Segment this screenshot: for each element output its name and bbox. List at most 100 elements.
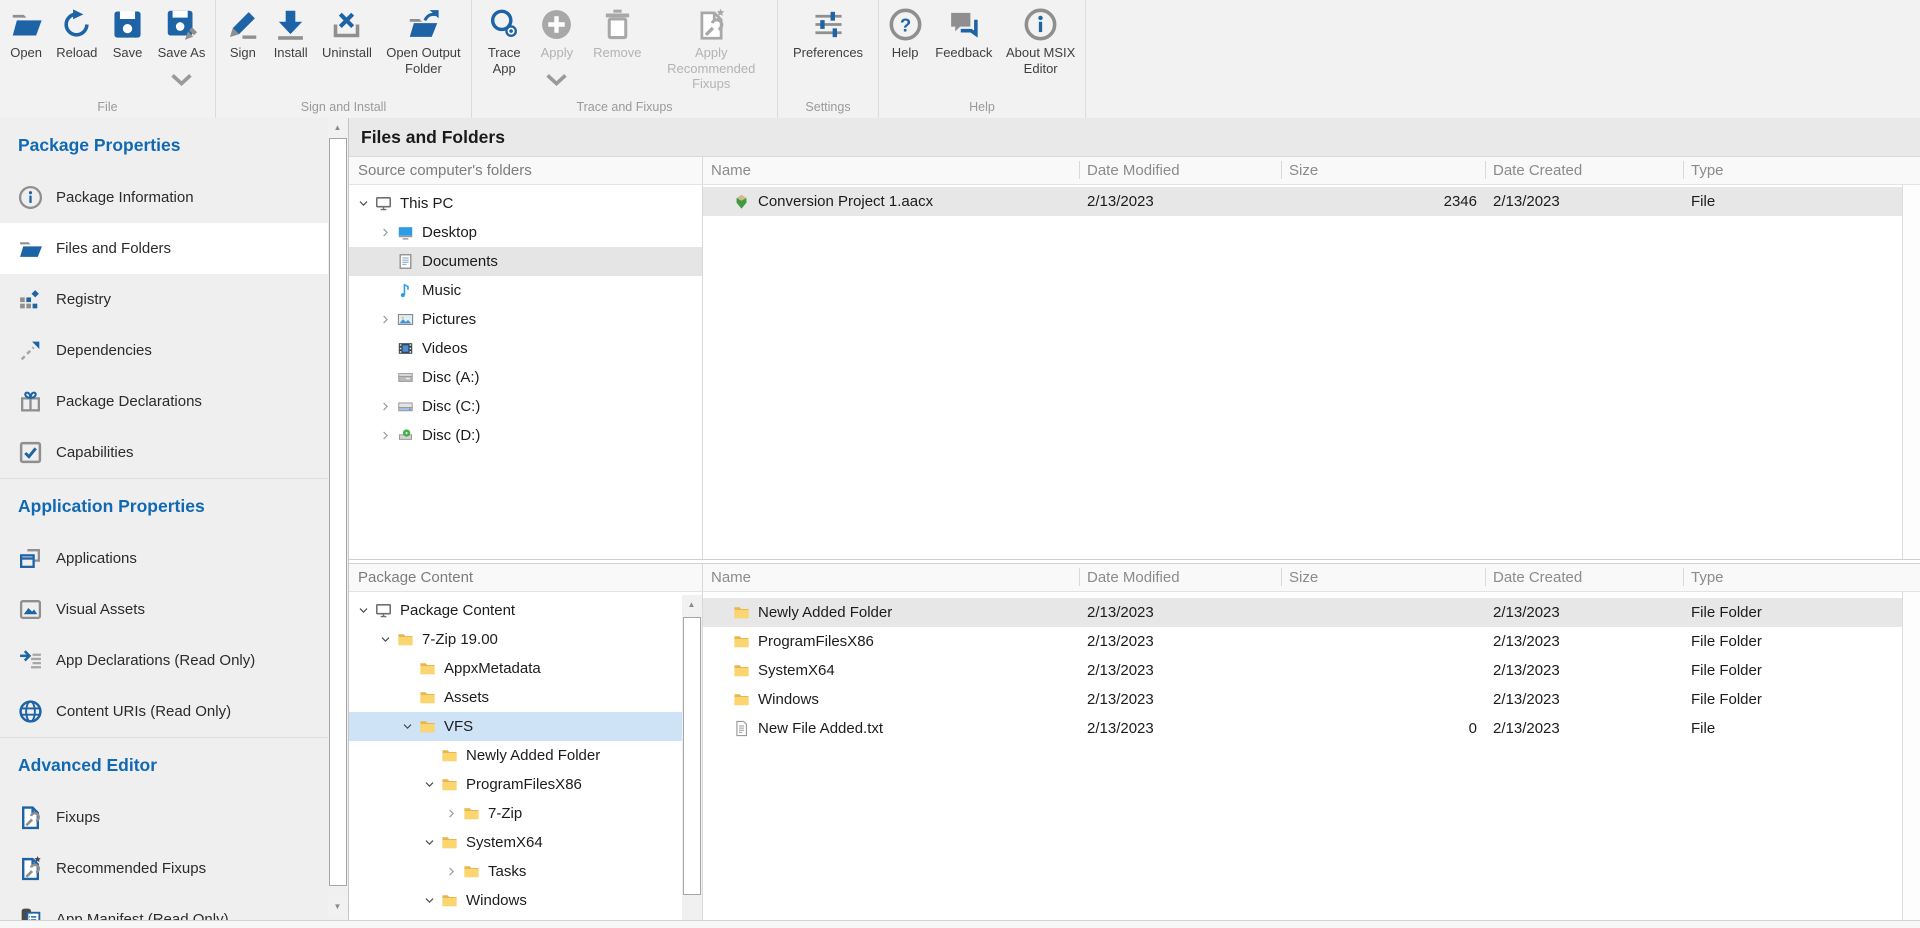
scroll-down-button[interactable]: ▼ (328, 897, 347, 916)
tree-item-7-zip-19-00[interactable]: 7-Zip 19.00 (349, 625, 702, 654)
trace-app-button[interactable]: TraceApp (484, 6, 525, 78)
sidebar-item-registry[interactable]: Registry (0, 274, 328, 325)
save-button[interactable]: Save (107, 6, 148, 63)
button-label: Help (892, 45, 919, 61)
chevron-down-icon[interactable] (355, 197, 372, 210)
tree-item-documents[interactable]: Documents (349, 247, 702, 276)
package-tree-scrollbar[interactable]: ▲ (682, 595, 702, 920)
scroll-up-button[interactable]: ▲ (328, 118, 347, 137)
sidebar-item-fixups[interactable]: Fixups (0, 792, 328, 843)
tree-item-this-pc[interactable]: This PC (349, 189, 702, 218)
file-row-new-file-added-txt[interactable]: New File Added.txt2/13/202302/13/2023Fil… (703, 714, 1903, 743)
reload-button[interactable]: Reload (52, 6, 101, 63)
tree-item-newly-added-folder[interactable]: Newly Added Folder (349, 741, 702, 770)
sidebar-item-files-and-folders[interactable]: Files and Folders (0, 223, 328, 274)
feedback-button[interactable]: Feedback (931, 6, 996, 63)
tree-item-7-zip[interactable]: 7-Zip (349, 799, 702, 828)
tree-item-desktop[interactable]: Desktop (349, 218, 702, 247)
help-button[interactable]: ?Help (885, 6, 926, 63)
chevron-right-icon[interactable] (377, 400, 394, 413)
tree-item-music[interactable]: Music (349, 276, 702, 305)
tree-item-package-content[interactable]: Package Content (349, 596, 702, 625)
chevron-down-icon[interactable] (399, 720, 416, 733)
preferences-button[interactable]: Preferences (789, 6, 867, 63)
tree-item-appxmetadata[interactable]: AppxMetadata (349, 654, 702, 683)
sidebar-item-label: Content URIs (Read Only) (56, 703, 231, 720)
scroll-thumb[interactable] (329, 138, 347, 886)
column-header-type[interactable]: Type (1683, 564, 1920, 591)
type-cell: File (1683, 720, 1903, 737)
sidebar-item-dependencies[interactable]: Dependencies (0, 325, 328, 376)
uninstall-button[interactable]: Uninstall (318, 6, 376, 63)
install-button[interactable]: Install (270, 6, 312, 63)
file-row-systemx64[interactable]: SystemX642/13/20232/13/2023File Folder (703, 656, 1903, 685)
chevron-down-icon[interactable] (421, 836, 438, 849)
tree-item-windows[interactable]: Windows (349, 886, 702, 915)
sidebar-item-package-declarations[interactable]: Package Declarations (0, 376, 328, 427)
scroll-up-button[interactable]: ▲ (682, 595, 701, 614)
tree-item-label: Package Content (400, 602, 515, 619)
sidebar-scrollbar[interactable]: ▲ ▼ (328, 118, 349, 920)
tree-item-vfs[interactable]: VFS (349, 712, 702, 741)
sidebar-item-capabilities[interactable]: Capabilities (0, 427, 328, 478)
column-header-name[interactable]: Name (703, 564, 1079, 591)
column-header-size[interactable]: Size (1281, 564, 1485, 591)
scroll-thumb[interactable] (683, 617, 701, 895)
open-output-folder-button[interactable]: Open OutputFolder (382, 6, 464, 78)
type-cell: File Folder (1683, 604, 1903, 621)
toolbar-group-settings: PreferencesSettings (778, 0, 879, 118)
chevron-down-icon[interactable] (377, 633, 394, 646)
sign-button[interactable]: Sign (222, 6, 263, 63)
sidebar-item-visual-assets[interactable]: Visual Assets (0, 584, 328, 635)
sidebar-item-recommended-fixups[interactable]: Recommended Fixups (0, 843, 328, 894)
file-row-newly-added-folder[interactable]: Newly Added Folder2/13/20232/13/2023File… (703, 598, 1903, 627)
date-modified-cell: 2/13/2023 (1079, 720, 1281, 737)
tree-item-tasks[interactable]: Tasks (349, 857, 702, 886)
about-msix-editor-button[interactable]: About MSIXEditor (1002, 6, 1079, 78)
chevron-down-icon[interactable] (421, 894, 438, 907)
chevron-right-icon[interactable] (443, 807, 460, 820)
disk-drive-icon (397, 398, 414, 415)
sidebar-item-applications[interactable]: Applications (0, 533, 328, 584)
sidebar-item-label: Registry (56, 291, 111, 308)
source-list-scrollbar[interactable] (1902, 185, 1920, 559)
file-row-programfilesx86[interactable]: ProgramFilesX862/13/20232/13/2023File Fo… (703, 627, 1903, 656)
tree-item-disc-d[interactable]: Disc (D:) (349, 421, 702, 450)
tree-item-programfilesx86[interactable]: ProgramFilesX86 (349, 770, 702, 799)
column-header-date-created[interactable]: Date Created (1485, 157, 1683, 184)
computer-icon (375, 195, 392, 212)
open-button[interactable]: Open (6, 6, 47, 63)
sidebar-item-app-declarations-read-only[interactable]: App Declarations (Read Only) (0, 635, 328, 686)
tree-item-label: 7-Zip (488, 805, 522, 822)
file-row-conversion-project-1-aacx[interactable]: Conversion Project 1.aacx2/13/202323462/… (703, 187, 1903, 216)
feedback-bubble-icon (947, 8, 980, 41)
dependencies-icon (18, 338, 43, 363)
tree-item-systemx64[interactable]: SystemX64 (349, 828, 702, 857)
file-row-windows[interactable]: Windows2/13/20232/13/2023File Folder (703, 685, 1903, 714)
chevron-down-icon[interactable] (421, 778, 438, 791)
column-header-date-modified[interactable]: Date Modified (1079, 157, 1281, 184)
column-header-type[interactable]: Type (1683, 157, 1920, 184)
package-list-scrollbar[interactable] (1902, 592, 1920, 920)
chevron-down-icon[interactable] (355, 604, 372, 617)
tree-item-disc-c[interactable]: Disc (C:) (349, 392, 702, 421)
tree-item-videos[interactable]: Videos (349, 334, 702, 363)
chevron-right-icon[interactable] (443, 865, 460, 878)
tree-item-disc-a[interactable]: Disc (A:) (349, 363, 702, 392)
column-header-date-created[interactable]: Date Created (1485, 564, 1683, 591)
sidebar-item-app-manifest-read-only[interactable]: App Manifest (Read Only) (0, 894, 328, 920)
sidebar-item-content-uris-read-only[interactable]: Content URIs (Read Only) (0, 686, 328, 737)
chevron-right-icon[interactable] (377, 226, 394, 239)
chevron-right-icon[interactable] (377, 313, 394, 326)
folder-icon (463, 863, 480, 880)
chevron-down-icon[interactable] (540, 63, 573, 96)
column-header-name[interactable]: Name (703, 157, 1079, 184)
tree-item-pictures[interactable]: Pictures (349, 305, 702, 334)
chevron-right-icon[interactable] (377, 429, 394, 442)
column-header-date-modified[interactable]: Date Modified (1079, 564, 1281, 591)
save-as-button[interactable]: Save As (154, 6, 210, 98)
chevron-down-icon[interactable] (165, 63, 198, 96)
sidebar-item-package-information[interactable]: Package Information (0, 172, 328, 223)
column-header-size[interactable]: Size (1281, 157, 1485, 184)
tree-item-assets[interactable]: Assets (349, 683, 702, 712)
